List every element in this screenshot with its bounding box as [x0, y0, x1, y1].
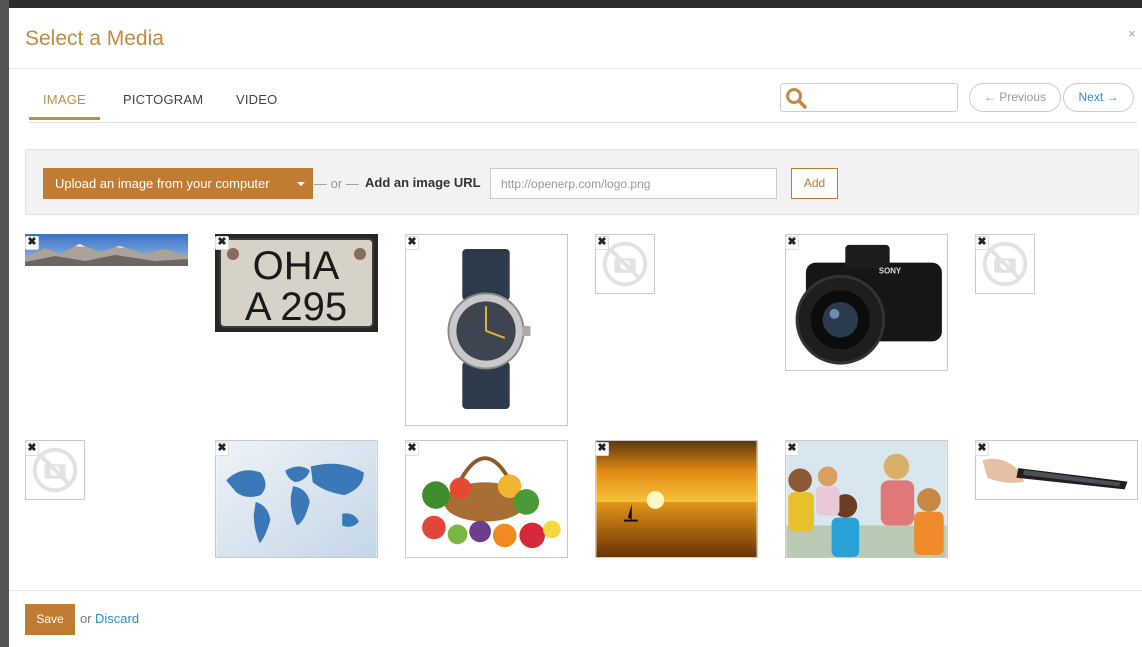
remove-icon[interactable]: ✖	[25, 236, 39, 250]
header-divider	[9, 68, 1142, 69]
or-text: or	[80, 611, 92, 626]
remove-icon[interactable]: ✖	[405, 442, 419, 456]
background-left-edge	[0, 0, 9, 647]
license-plate-image[interactable]: OHA A 295	[215, 234, 378, 332]
camera-brand-label: SONY	[879, 266, 902, 275]
tab-image[interactable]: IMAGE	[29, 92, 100, 120]
add-url-button[interactable]: Add	[791, 168, 838, 199]
caret-down-icon	[297, 182, 305, 186]
discard-link[interactable]: Discard	[95, 611, 139, 626]
select-media-dialog: Select a Media × IMAGE PICTOGRAM VIDEO ←…	[9, 8, 1142, 647]
upload-dropdown-toggle[interactable]	[287, 168, 313, 199]
close-icon[interactable]: ×	[1128, 26, 1136, 41]
remove-icon[interactable]: ✖	[595, 236, 609, 250]
wristwatch-image[interactable]	[405, 234, 568, 426]
footer-divider	[9, 590, 1142, 591]
remove-icon[interactable]: ✖	[975, 236, 989, 250]
image-url-label: Add an image URL	[365, 175, 481, 190]
tab-pictogram[interactable]: PICTOGRAM	[123, 92, 203, 117]
remove-icon[interactable]: ✖	[785, 236, 799, 250]
tablet-hand-image[interactable]	[975, 440, 1138, 500]
plate-line-2: A 295	[245, 285, 347, 329]
background-top-strip	[0, 0, 1142, 8]
panorama-mountain-image[interactable]	[25, 234, 188, 266]
upload-button-label: Upload an image from your computer	[55, 176, 270, 191]
remove-icon[interactable]: ✖	[215, 236, 229, 250]
upload-image-button[interactable]: Upload an image from your computer	[43, 168, 313, 199]
or-separator: — or —	[314, 176, 359, 191]
dialog-title: Select a Media	[25, 27, 164, 50]
search-field[interactable]	[780, 83, 958, 112]
save-button[interactable]: Save	[25, 604, 75, 635]
classroom-children-image[interactable]	[785, 440, 948, 558]
plate-line-1: OHA	[253, 244, 340, 288]
remove-icon[interactable]: ✖	[785, 442, 799, 456]
remove-icon[interactable]: ✖	[405, 236, 419, 250]
sunset-sea-image[interactable]	[595, 440, 758, 558]
tabs-divider	[29, 122, 1137, 123]
image-url-input[interactable]	[490, 168, 777, 199]
remove-icon[interactable]: ✖	[215, 442, 229, 456]
tab-video[interactable]: VIDEO	[236, 92, 277, 117]
dslr-camera-image[interactable]: SONY	[785, 234, 948, 371]
search-input[interactable]	[811, 87, 955, 110]
fruit-basket-image[interactable]	[405, 440, 568, 558]
remove-icon[interactable]: ✖	[975, 442, 989, 456]
previous-button[interactable]: ← Previous	[969, 83, 1061, 112]
remove-icon[interactable]: ✖	[595, 442, 609, 456]
world-map-image[interactable]	[215, 440, 378, 558]
remove-icon[interactable]: ✖	[25, 442, 39, 456]
search-icon	[786, 88, 807, 109]
next-button[interactable]: Next →	[1063, 83, 1134, 112]
upload-bar: Upload an image from your computer — or …	[25, 149, 1139, 215]
